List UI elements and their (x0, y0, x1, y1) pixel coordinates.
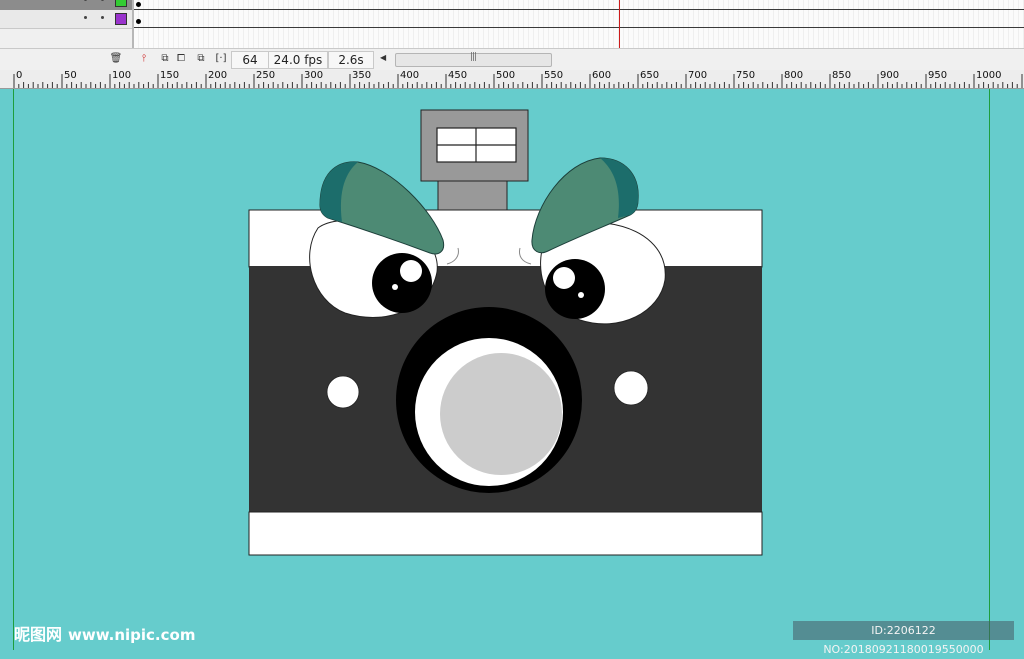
playhead[interactable] (619, 0, 620, 48)
ruler-label: 550 (544, 70, 564, 81)
pencil-icon: ✎ (62, 0, 72, 2)
lock-dot[interactable] (101, 0, 104, 1)
ruler-label: 1000 (976, 70, 1002, 81)
ruler-label: 800 (784, 70, 804, 81)
center-frame-icon[interactable]: ⫯ (137, 52, 151, 66)
left-side-button (326, 375, 360, 409)
left-eye-shine-small (392, 284, 398, 290)
left-eye-shine (400, 260, 422, 282)
ruler-label: 600 (592, 70, 612, 81)
ruler-label: 750 (736, 70, 756, 81)
ruler-label: 700 (688, 70, 708, 81)
ruler-label: 100 (112, 70, 132, 81)
timeline-panel: ✎ 🗑 ⫯ ⧉ ⧠ ⧉ [·] 64 24.0 fps 2.6s ◀ ||| (0, 0, 1024, 71)
edit-multiple-frames-icon[interactable]: ⧉ (194, 52, 208, 66)
scroll-left-arrow-icon[interactable]: ◀ (380, 53, 386, 62)
visibility-dot[interactable] (84, 16, 87, 19)
ruler-label: 150 (160, 70, 180, 81)
viewfinder-neck (437, 180, 508, 212)
right-eye-shine-small (578, 292, 584, 298)
layer-color-swatch[interactable] (115, 0, 127, 7)
lock-dot[interactable] (101, 16, 104, 19)
visibility-dot[interactable] (84, 0, 87, 1)
ruler-label: 400 (400, 70, 420, 81)
onion-skin-outlines-icon[interactable]: ⧠ (174, 52, 188, 66)
layer-row[interactable] (0, 10, 133, 29)
modify-onion-markers-icon[interactable]: [·] (214, 52, 228, 66)
stage-canvas[interactable] (0, 89, 1024, 650)
horizontal-scrollbar[interactable]: ||| (395, 52, 552, 67)
ruler-label: 900 (880, 70, 900, 81)
watermark-id-badge: ID:2206122 NO:20180921180019550000 (793, 621, 1014, 656)
frame-row-line (134, 27, 1024, 28)
frames-area[interactable] (134, 0, 1024, 48)
right-eye-shine (553, 267, 575, 289)
ruler-label: 450 (448, 70, 468, 81)
layer-row-empty (0, 29, 133, 49)
ruler-label: 850 (832, 70, 852, 81)
horizontal-ruler[interactable]: 0 50 100 150 200 250 300 350 400 450 500 550 600 650 7… (0, 70, 1024, 89)
timeline-status-bar: 🗑 ⫯ ⧉ ⧠ ⧉ [·] 64 24.0 fps 2.6s ◀ ||| (0, 48, 1024, 71)
elapsed-time-field: 2.6s (328, 51, 374, 69)
trash-icon[interactable]: 🗑 (109, 52, 123, 66)
ruler-label: 250 (256, 70, 276, 81)
keyframe[interactable] (136, 19, 141, 24)
lens-glass (440, 353, 562, 475)
ruler-label: 500 (496, 70, 516, 81)
scrollbar-grip-icon[interactable]: ||| (470, 52, 477, 62)
camera-bottom-band (248, 511, 763, 556)
watermark-site-url: www.nipic.com (68, 626, 196, 644)
current-frame-field: 64 (231, 51, 269, 69)
watermark-site-name: 昵图网 (14, 625, 63, 644)
layer-color-swatch[interactable] (115, 13, 127, 25)
right-pupil (545, 259, 605, 319)
ruler-label: 50 (64, 70, 77, 81)
ruler-label: 950 (928, 70, 948, 81)
watermark-logo: 昵图网 www.nipic.com (14, 621, 195, 645)
ruler-label: 650 (640, 70, 660, 81)
ruler-label: 300 (304, 70, 324, 81)
ruler-label: 350 (352, 70, 372, 81)
onion-skin-icon[interactable]: ⧉ (158, 52, 172, 66)
right-side-button (613, 370, 649, 406)
camera-illustration[interactable] (0, 89, 1024, 650)
frame-rate-field[interactable]: 24.0 fps (268, 51, 328, 69)
ruler-label: 200 (208, 70, 228, 81)
keyframe[interactable] (136, 2, 141, 7)
ruler-label: 0 (16, 70, 23, 81)
left-pupil (372, 253, 432, 313)
frame-row-line (134, 9, 1024, 10)
